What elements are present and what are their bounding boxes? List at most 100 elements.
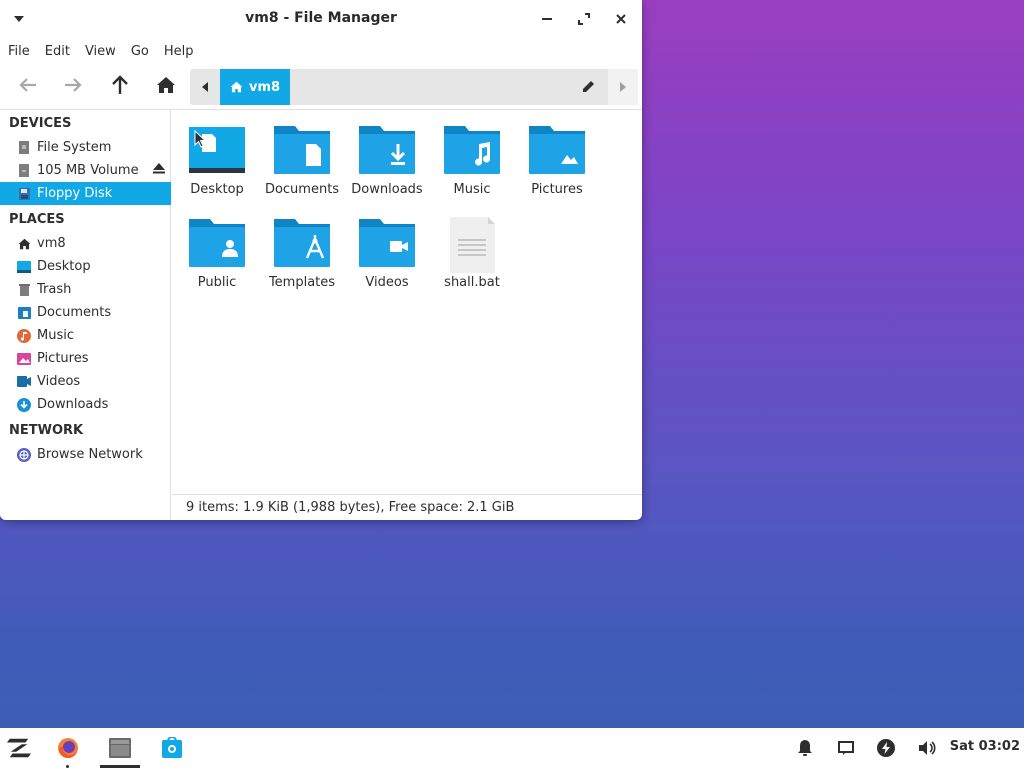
file-item-shall-bat[interactable]: shall.bat [429, 203, 515, 291]
file-manager-window: vm8 - File Manager File Edit View Go Hel… [0, 0, 642, 520]
path-crumb-label: vm8 [249, 79, 281, 95]
home-icon [157, 77, 175, 93]
minimize-button[interactable] [538, 10, 556, 28]
templates-folder-icon [273, 217, 331, 269]
sidebar-item-label: Documents [37, 305, 112, 320]
path-scroll-left-button[interactable] [190, 69, 220, 105]
file-item-desktop[interactable]: Desktop [174, 110, 260, 198]
music-icon [17, 328, 31, 343]
up-button[interactable] [105, 71, 135, 99]
sidebar-item-105mb-volume[interactable]: 105 MB Volume [0, 159, 171, 182]
videos-icon [17, 375, 31, 389]
file-item-documents[interactable]: Documents [259, 110, 345, 198]
arrow-right-icon [65, 78, 82, 92]
sidebar-item-label: Floppy Disk [37, 186, 113, 201]
menu-edit[interactable]: Edit [45, 44, 70, 59]
file-item-templates[interactable]: Templates [259, 203, 345, 291]
file-item-label: Documents [264, 182, 340, 197]
forward-button[interactable] [58, 71, 88, 99]
menubar: File Edit View Go Help [0, 38, 642, 64]
eject-icon[interactable] [153, 163, 167, 177]
clock[interactable]: Sat 03:02 [950, 739, 1020, 754]
file-item-videos[interactable]: Videos [344, 203, 430, 291]
zorin-menu-icon[interactable] [7, 736, 31, 760]
desktop-icon [17, 260, 31, 274]
file-item-label: Public [197, 275, 237, 290]
sidebar-item-label: Pictures [37, 351, 89, 366]
close-button[interactable] [612, 10, 630, 28]
path-crumb-home[interactable]: vm8 [220, 69, 290, 105]
pictures-icon [17, 352, 31, 366]
file-item-label: Downloads [351, 182, 423, 197]
location-bar: vm8 [190, 69, 638, 105]
file-item-label: Templates [268, 275, 336, 290]
file-item-label: Videos [365, 275, 409, 290]
trash-icon [17, 283, 31, 297]
documents-folder-icon [273, 124, 331, 176]
sidebar-item-trash[interactable]: Trash [0, 278, 171, 301]
menu-go[interactable]: Go [131, 44, 149, 59]
sidebar-item-music[interactable]: Music [0, 324, 171, 347]
floppy-icon [17, 187, 31, 201]
firefox-icon[interactable] [56, 736, 80, 760]
file-item-downloads[interactable]: Downloads [344, 110, 430, 198]
mouse-cursor-icon [194, 129, 208, 150]
sidebar-item-label: Browse Network [37, 447, 143, 462]
sidebar-item-label: 105 MB Volume [37, 163, 139, 178]
menu-help[interactable]: Help [164, 44, 194, 59]
sidebar-item-floppy-disk[interactable]: Floppy Disk [0, 182, 171, 205]
drive-icon [17, 164, 31, 178]
path-scroll-right-button[interactable] [608, 69, 638, 105]
sidebar-item-documents[interactable]: Documents [0, 301, 171, 324]
sidebar-item-label: Desktop [37, 259, 91, 274]
pencil-icon [583, 81, 594, 92]
menu-view[interactable]: View [85, 44, 116, 59]
file-item-label: Desktop [190, 182, 244, 197]
sidebar-heading-devices: DEVICES [9, 116, 72, 131]
arrow-up-icon [112, 75, 128, 94]
home-button[interactable] [151, 71, 181, 99]
file-item-pictures[interactable]: Pictures [514, 110, 600, 198]
drive-icon [17, 141, 31, 155]
music-folder-icon [443, 124, 501, 176]
file-item-label: Music [453, 182, 491, 197]
sidebar-heading-network: NETWORK [9, 423, 84, 438]
sidebar-item-home[interactable]: vm8 [0, 232, 171, 255]
sidebar-item-label: Trash [37, 282, 72, 297]
titlebar: vm8 - File Manager [0, 0, 642, 38]
sidebar-item-downloads[interactable]: Downloads [0, 393, 171, 416]
status-text: 9 items: 1.9 KiB (1,988 bytes), Free spa… [186, 500, 515, 515]
status-bar: 9 items: 1.9 KiB (1,988 bytes), Free spa… [172, 494, 642, 520]
power-icon[interactable] [874, 736, 898, 760]
home-icon [230, 81, 243, 93]
videos-folder-icon [358, 217, 416, 269]
edit-location-button[interactable] [582, 79, 598, 95]
downloads-icon [17, 397, 31, 412]
file-item-label: Pictures [531, 182, 583, 197]
sidebar-item-videos[interactable]: Videos [0, 370, 171, 393]
sidebar: DEVICES File System 105 MB Volume Floppy… [0, 110, 171, 520]
software-store-icon[interactable] [160, 736, 184, 760]
maximize-button[interactable] [575, 10, 593, 28]
sidebar-item-label: Music [37, 328, 74, 343]
back-button[interactable] [13, 71, 43, 99]
sidebar-item-browse-network[interactable]: Browse Network [0, 443, 171, 466]
sidebar-item-file-system[interactable]: File System [0, 136, 171, 159]
sidebar-item-pictures[interactable]: Pictures [0, 347, 171, 370]
sidebar-item-label: vm8 [37, 236, 66, 251]
network-icon [17, 447, 31, 462]
file-item-label: shall.bat [444, 275, 500, 290]
screen-icon[interactable] [834, 736, 858, 760]
file-icon-view: Desktop Documents Downloads Music Pictur… [172, 110, 642, 494]
volume-icon[interactable] [915, 736, 939, 760]
menu-file[interactable]: File [8, 44, 30, 59]
file-item-public[interactable]: Public [174, 203, 260, 291]
files-icon[interactable] [108, 736, 132, 760]
sidebar-item-label: File System [37, 140, 112, 155]
downloads-folder-icon [358, 124, 416, 176]
sidebar-item-desktop[interactable]: Desktop [0, 255, 171, 278]
arrow-left-icon [19, 78, 36, 92]
file-item-music[interactable]: Music [429, 110, 515, 198]
sidebar-item-label: Videos [37, 374, 81, 389]
notifications-bell-icon[interactable] [793, 736, 817, 760]
